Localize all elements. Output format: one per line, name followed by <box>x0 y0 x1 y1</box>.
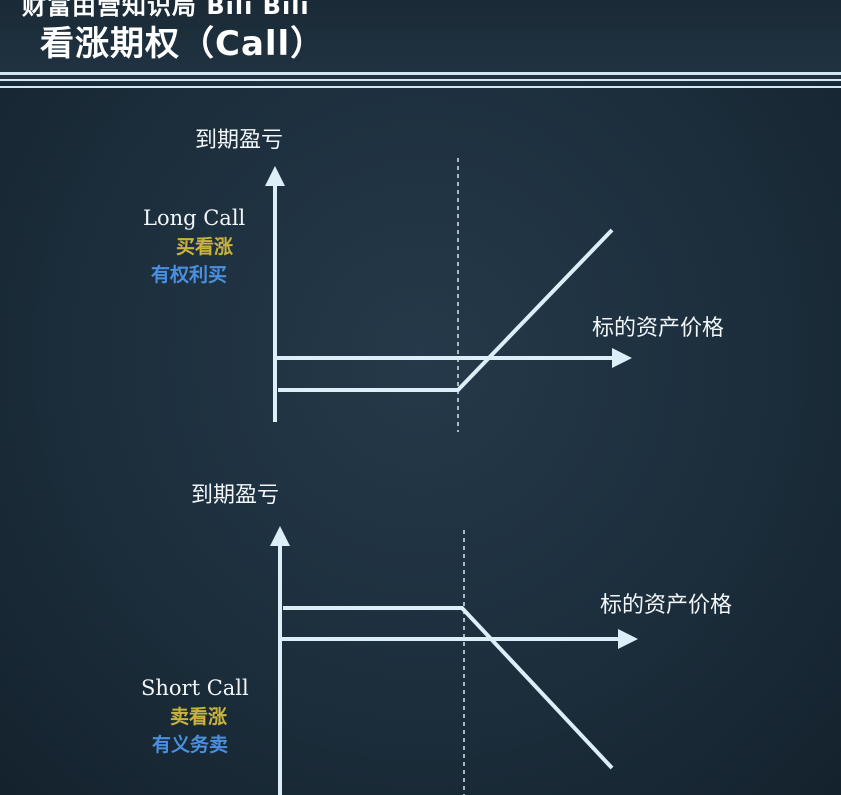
short-call-x-axis-label: 标的资产价格 <box>600 593 733 618</box>
short-call-payoff-line <box>283 606 614 770</box>
long-call-payoff-line <box>278 228 614 392</box>
long-call-position-name: Long Call <box>143 206 246 230</box>
short-call-position-cn: 卖看涨 <box>170 706 228 728</box>
short-call-position-right: 有义务卖 <box>152 734 229 756</box>
payoff-diagram <box>265 158 638 795</box>
long-call-y-axis-label: 到期盈亏 <box>195 128 284 153</box>
short-call-position-name: Short Call <box>141 676 249 700</box>
long-call-position-cn: 买看涨 <box>176 236 234 258</box>
long-call-x-axis-label: 标的资产价格 <box>592 316 725 341</box>
slide-background: 财富由营知识局 Bili Bili 看涨期权（Call） 到期盈亏 标的资产价格… <box>0 0 841 795</box>
long-call-position-right: 有权利买 <box>151 264 228 286</box>
short-call-y-axis-label: 到期盈亏 <box>191 483 280 508</box>
